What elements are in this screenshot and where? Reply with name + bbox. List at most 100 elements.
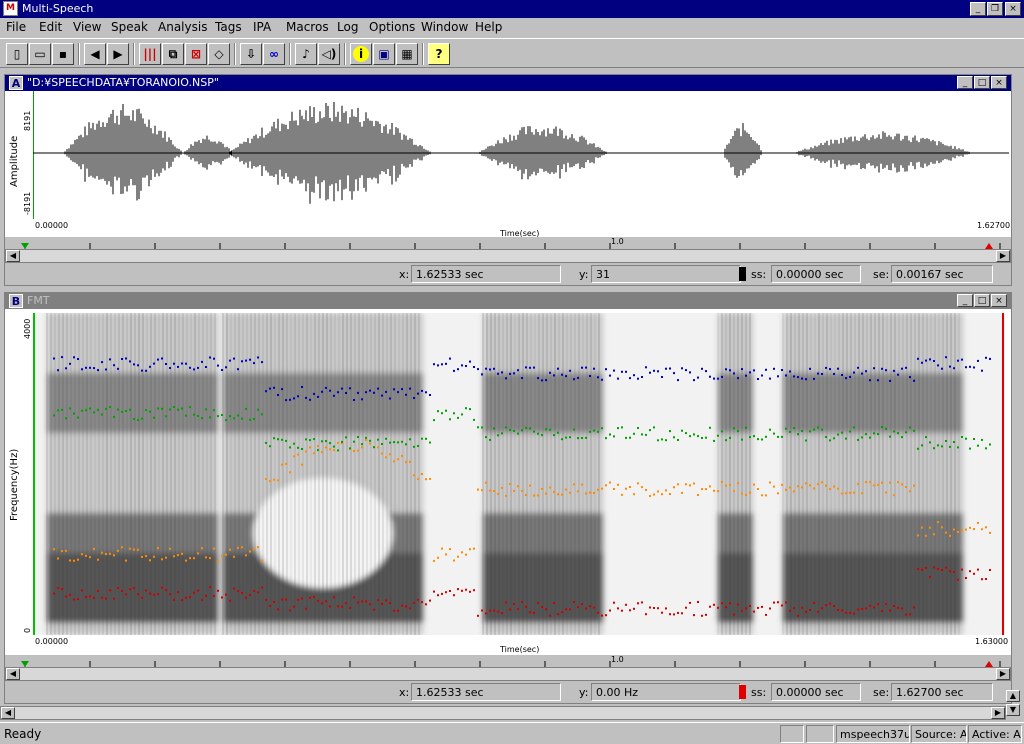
pane-close-button[interactable]: × xyxy=(991,76,1007,89)
menu-ipa[interactable]: IPA xyxy=(253,20,271,34)
menu-file[interactable]: File xyxy=(6,20,26,34)
menu-edit[interactable]: Edit xyxy=(39,20,62,34)
time-ruler: 1.0 xyxy=(5,655,1011,667)
status-source: Source: A xyxy=(911,725,967,743)
toolbar-separator xyxy=(78,43,80,65)
x-label: x: xyxy=(399,268,410,281)
link-icon[interactable]: ∞ xyxy=(263,43,285,65)
status-panel-empty xyxy=(780,725,804,743)
spectrogram-plot[interactable] xyxy=(33,313,1005,635)
se-value: 0.00167 sec xyxy=(891,265,993,283)
open-folder-icon[interactable]: ▭ xyxy=(29,43,51,65)
y-label: y: xyxy=(579,686,589,699)
help-icon[interactable]: ? xyxy=(428,43,450,65)
window-icon[interactable]: ▣ xyxy=(373,43,395,65)
x-start-label: 0.00000 xyxy=(35,221,69,230)
menu-tags[interactable]: Tags xyxy=(215,20,242,34)
y-min-label: -8191 xyxy=(23,191,32,215)
main-horizontal-scrollbar[interactable]: ◀ ▶ xyxy=(0,706,1006,720)
toolbar: ▯ ▭ ▪ ◀ ▶ ||| ⧉ ⊠ ◇ ⇩ ∞ ♪ ◁) i ▣ ▦ ? xyxy=(0,38,1024,68)
menu-window[interactable]: Window xyxy=(421,20,468,34)
x-end-label: 1.62700 xyxy=(977,221,1011,230)
new-file-icon[interactable]: ▯ xyxy=(6,43,28,65)
spectrogram-icon[interactable]: ||| xyxy=(139,43,161,65)
y-value: 31 xyxy=(591,265,741,283)
scroll-right-button[interactable]: ▶ xyxy=(996,668,1010,680)
restore-button[interactable]: ❐ xyxy=(987,2,1003,16)
cursor-info-bar: x: 1.62533 sec y: 31 ss: 0.00000 sec se:… xyxy=(5,263,1011,285)
forward-arrow-icon[interactable]: ▶ xyxy=(107,43,129,65)
scroll-down-button[interactable]: ▼ xyxy=(1006,704,1020,716)
scroll-left-button[interactable]: ◀ xyxy=(6,668,20,680)
eraser-icon[interactable]: ◇ xyxy=(208,43,230,65)
download-icon[interactable]: ⇩ xyxy=(240,43,262,65)
menu-bar: File Edit View Speak Analysis Tags IPA M… xyxy=(0,18,1024,36)
save-icon[interactable]: ▪ xyxy=(52,43,74,65)
y-max-label: 8191 xyxy=(23,110,32,131)
scroll-right-button[interactable]: ▶ xyxy=(991,707,1005,719)
ss-value: 0.00000 sec xyxy=(771,265,861,283)
x-axis-label: Time(sec) xyxy=(500,645,540,654)
delete-icon[interactable]: ⊠ xyxy=(185,43,207,65)
cursor-info-bar: x: 1.62533 sec y: 0.00 Hz ss: 0.00000 se… xyxy=(5,681,1011,703)
status-user: mspeech37use xyxy=(836,725,910,743)
menu-analysis[interactable]: Analysis xyxy=(158,20,207,34)
pane-letter: A xyxy=(9,76,23,90)
pane-maximize-button[interactable]: □ xyxy=(974,76,990,89)
horizontal-scrollbar[interactable]: ◀ ▶ xyxy=(5,249,1011,263)
pane-title: "D:¥SPEECHDATA¥TORANOIO.NSP" xyxy=(27,76,219,89)
toolbar-separator xyxy=(234,43,236,65)
menu-view[interactable]: View xyxy=(73,20,101,34)
pane-title: FMT xyxy=(27,294,50,307)
pane-minimize-button[interactable]: _ xyxy=(957,76,973,89)
status-active: Active: A xyxy=(968,725,1022,743)
waveform-pane-titlebar: A "D:¥SPEECHDATA¥TORANOIO.NSP" _ □ × xyxy=(5,75,1011,91)
scroll-left-button[interactable]: ◀ xyxy=(6,250,20,262)
toolbar-separator xyxy=(344,43,346,65)
y-max-label: 4000 xyxy=(23,318,32,339)
toolbar-separator xyxy=(133,43,135,65)
menu-help[interactable]: Help xyxy=(475,20,502,34)
pane-close-button[interactable]: × xyxy=(991,294,1007,307)
x-end-label: 1.63000 xyxy=(975,637,1009,646)
grid-icon[interactable]: ▦ xyxy=(396,43,418,65)
speaker-icon[interactable]: ◁) xyxy=(318,43,340,65)
x-start-label: 0.00000 xyxy=(35,637,69,646)
waveform-pane: A "D:¥SPEECHDATA¥TORANOIO.NSP" _ □ × Amp… xyxy=(4,74,1012,286)
close-button[interactable]: × xyxy=(1005,2,1021,16)
se-label: se: xyxy=(873,268,890,281)
copy-icon[interactable]: ⧉ xyxy=(162,43,184,65)
scroll-right-button[interactable]: ▶ xyxy=(996,250,1010,262)
back-arrow-icon[interactable]: ◀ xyxy=(84,43,106,65)
minimize-button[interactable]: _ xyxy=(970,2,986,16)
spectrogram-area: Frequency(Hz) 4000 0 0.00000 Time(sec) 1… xyxy=(5,309,1011,655)
ss-label: ss: xyxy=(751,268,767,281)
scroll-left-button[interactable]: ◀ xyxy=(1,707,15,719)
waveform-plot[interactable] xyxy=(33,91,1009,219)
ss-label: ss: xyxy=(751,686,767,699)
ruler-ticks xyxy=(21,243,1001,249)
multi-speech-app-icon[interactable]: M xyxy=(3,1,18,16)
toolbar-separator xyxy=(289,43,291,65)
y-min-label: 0 xyxy=(23,627,32,633)
ruler-ticks xyxy=(21,661,1001,667)
toolbar-separator xyxy=(422,43,424,65)
x-value: 1.62533 sec xyxy=(411,683,561,701)
pane-maximize-button[interactable]: □ xyxy=(974,294,990,307)
menu-speak[interactable]: Speak xyxy=(111,20,148,34)
y-value: 0.00 Hz xyxy=(591,683,741,701)
ruler-mark: 1.0 xyxy=(611,237,624,246)
se-value: 1.62700 sec xyxy=(891,683,993,701)
menu-macros[interactable]: Macros xyxy=(286,20,329,34)
info-icon[interactable]: i xyxy=(350,43,372,65)
menu-log[interactable]: Log xyxy=(337,20,358,34)
title-bar: M Multi-Speech _ ❐ × xyxy=(0,0,1024,18)
microphone-icon[interactable]: ♪ xyxy=(295,43,317,65)
y-label: y: xyxy=(579,268,589,281)
pane-minimize-button[interactable]: _ xyxy=(957,294,973,307)
status-text: Ready xyxy=(4,727,42,741)
horizontal-scrollbar[interactable]: ◀ ▶ xyxy=(5,667,1011,681)
menu-options[interactable]: Options xyxy=(369,20,415,34)
scroll-up-button[interactable]: ▲ xyxy=(1006,690,1020,702)
status-panel-empty xyxy=(806,725,834,743)
